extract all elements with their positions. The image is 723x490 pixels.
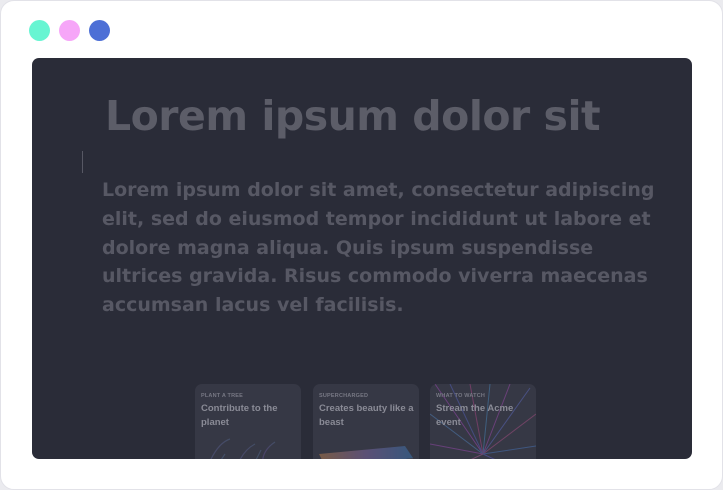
card-eyebrow: WHAT TO WATCH (436, 393, 486, 399)
card-eyebrow: PLANT A TREE (201, 393, 244, 399)
preview-screen: Lorem ipsum dolor sit Lorem ipsum dolor … (32, 58, 692, 459)
window-control-blue-dot[interactable] (89, 20, 110, 41)
hero-headline: Lorem ipsum dolor sit (105, 92, 601, 140)
card-plant-a-tree[interactable]: PLANT A TREE Contribute to the planet (195, 384, 301, 459)
card-title: Creates beauty like a beast (319, 403, 414, 428)
card-supercharged[interactable]: SUPERCHARGED Creates beauty like a beast (313, 384, 419, 459)
card-what-to-watch[interactable]: WHAT TO WATCH Stream the Acme event (430, 384, 536, 459)
window-control-teal-dot[interactable] (29, 20, 50, 41)
hero-body-text: Lorem ipsum dolor sit amet, consectetur … (102, 179, 655, 317)
card-title: Contribute to the planet (201, 403, 278, 428)
browser-window: Lorem ipsum dolor sit Lorem ipsum dolor … (0, 0, 723, 490)
card-title: Stream the Acme event (436, 403, 514, 428)
card-eyebrow: SUPERCHARGED (319, 393, 369, 399)
window-control-pink-dot[interactable] (59, 20, 80, 41)
text-caret (82, 151, 83, 173)
